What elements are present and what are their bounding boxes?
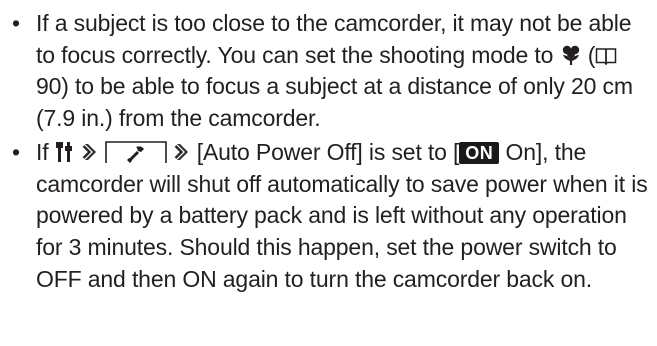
tools-menu-icon	[55, 140, 75, 162]
macro-flower-icon	[560, 43, 582, 65]
manual-page: • If a subject is too close to the camco…	[0, 0, 657, 346]
bullet-text: If [Auto Power Off] is set to [ON On], …	[36, 139, 648, 292]
bullet-1-text-c: 90) to be able to focus a subject at a d…	[36, 73, 633, 132]
note-bullet-focus: • If a subject is too close to the camco…	[10, 8, 649, 135]
bullet-2-text-a: If	[36, 138, 49, 165]
note-bullet-auto-power-off: • If [Auto Power Off] is set to [ON On]…	[10, 137, 649, 296]
bullet-2-text-b: [Auto Power Off] is set to [	[196, 138, 460, 165]
on-badge: ON	[459, 141, 500, 164]
bullet-text: If a subject is too close to the camcord…	[36, 10, 633, 131]
bullet-1-text-b: (	[587, 41, 596, 68]
arrow-right-icon	[79, 140, 101, 163]
arrow-right-icon	[171, 140, 193, 163]
setup-tab-icon	[104, 140, 167, 164]
book-icon	[595, 42, 617, 66]
bullet-dot: •	[12, 138, 20, 165]
bullet-dot: •	[12, 10, 20, 36]
bullet-1-text-a: If a subject is too close to the camcord…	[36, 10, 632, 68]
